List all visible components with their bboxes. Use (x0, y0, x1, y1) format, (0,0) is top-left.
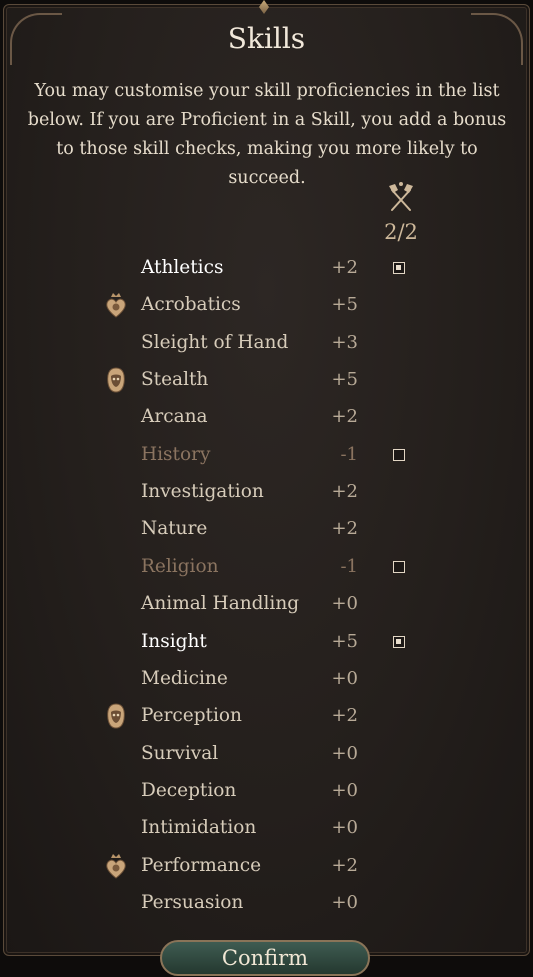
heart-crown-icon (103, 852, 129, 880)
confirm-button[interactable]: Confirm (160, 940, 370, 976)
skill-row-performance[interactable]: Performance +2 (0, 851, 533, 883)
skill-row-athletics[interactable]: Athletics +2 (0, 253, 533, 285)
hooded-mask-icon (103, 702, 129, 730)
skill-bonus: +2 (331, 518, 358, 540)
skill-name: Arcana (141, 406, 208, 428)
skill-bonus: +2 (331, 257, 358, 278)
proficiency-checkbox[interactable] (393, 635, 405, 648)
skill-bonus: +0 (331, 593, 358, 615)
skill-name: Perception (141, 705, 242, 727)
skill-row-religion[interactable]: Religion -1 (0, 552, 533, 584)
skill-bonus: +0 (331, 779, 358, 801)
skill-name: Investigation (141, 481, 264, 503)
skill-name: Persuasion (141, 891, 244, 913)
skill-name: Intimidation (141, 817, 257, 839)
skill-bonus: +3 (331, 331, 358, 353)
skill-bonus: -1 (340, 443, 358, 465)
skill-row-arcana[interactable]: Arcana +2 (0, 402, 533, 434)
skill-name: Performance (141, 854, 262, 876)
skill-name: Deception (141, 779, 237, 801)
skill-name: Acrobatics (141, 294, 241, 316)
panel-title: Skills (227, 22, 306, 55)
skill-row-stealth[interactable]: Stealth +5 (0, 365, 533, 397)
panel-description: You may customise your skill proficienci… (27, 81, 507, 188)
skill-row-sleight-of-hand[interactable]: Sleight of Hand +3 (0, 328, 533, 360)
skill-name: Stealth (141, 369, 209, 391)
proficiency-checkbox[interactable] (393, 448, 405, 461)
skill-bonus: +2 (331, 406, 358, 428)
skill-bonus: +0 (331, 742, 358, 764)
skill-name: Nature (141, 518, 208, 540)
skill-row-acrobatics[interactable]: Acrobatics +5 (0, 290, 533, 322)
skill-row-deception[interactable]: Deception +0 (0, 776, 533, 808)
skill-row-investigation[interactable]: Investigation +2 (0, 477, 533, 509)
heart-crown-icon (103, 291, 129, 319)
skill-name: Religion (141, 555, 219, 577)
skill-bonus: +2 (331, 854, 358, 876)
skill-bonus: +5 (331, 369, 358, 391)
hooded-mask-icon (103, 366, 129, 394)
skill-bonus: +0 (331, 891, 358, 913)
skill-name: History (141, 443, 211, 465)
crossed-axes-icon (386, 180, 416, 214)
proficiency-checkbox[interactable] (393, 262, 405, 274)
skill-row-insight[interactable]: Insight +5 (0, 627, 533, 659)
skill-row-persuasion[interactable]: Persuasion +0 (0, 888, 533, 920)
skill-name: Athletics (141, 257, 224, 278)
skill-name: Survival (141, 742, 219, 764)
skill-row-perception[interactable]: Perception +2 (0, 701, 533, 733)
skill-bonus: +5 (331, 294, 358, 316)
skill-name: Sleight of Hand (141, 331, 289, 353)
skill-row-nature[interactable]: Nature +2 (0, 514, 533, 546)
skill-bonus: +5 (331, 630, 358, 652)
skill-bonus: +0 (331, 667, 358, 689)
skill-row-medicine[interactable]: Medicine +0 (0, 664, 533, 696)
skill-name: Animal Handling (141, 593, 300, 615)
proficiency-count: 2/2 (384, 220, 418, 244)
skill-name: Insight (141, 630, 207, 652)
skill-row-survival[interactable]: Survival +0 (0, 739, 533, 771)
skill-bonus: +0 (331, 817, 358, 839)
skill-name: Medicine (141, 667, 228, 689)
skill-bonus: +2 (331, 481, 358, 503)
skill-bonus: -1 (340, 555, 358, 577)
skill-row-history[interactable]: History -1 (0, 440, 533, 472)
skill-row-intimidation[interactable]: Intimidation +0 (0, 813, 533, 845)
skill-row-animal-handling[interactable]: Animal Handling +0 (0, 589, 533, 621)
proficiency-checkbox[interactable] (393, 560, 405, 573)
skill-bonus: +2 (331, 705, 358, 727)
